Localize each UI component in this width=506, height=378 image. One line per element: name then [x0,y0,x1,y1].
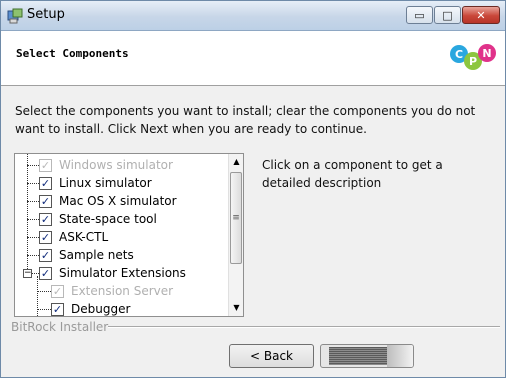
svg-text:C: C [455,48,463,61]
title-bar[interactable]: Setup ▭ □ ✕ [1,1,505,31]
instructions-text: Select the components you want to instal… [15,104,476,136]
tree-scrollbar[interactable]: ▲ ≡ ▼ [228,154,243,316]
component-checkbox[interactable]: ✓ [39,249,52,262]
window-title: Setup [27,7,65,22]
footer-divider [108,326,500,328]
tree-connector [37,309,51,310]
component-label: ASK-CTL [59,230,109,244]
tree-connector [27,165,39,166]
component-checkbox[interactable]: ✓ [39,267,52,280]
component-label: Windows simulator [59,158,173,172]
collapse-icon[interactable]: − [23,269,32,278]
component-label: Sample nets [59,248,134,262]
component-description: Click on a component to get a detailed d… [262,158,443,190]
scroll-up-icon[interactable]: ▲ [229,154,243,170]
component-label: Extension Server [71,284,174,298]
component-item[interactable]: ✓ State-space tool [15,210,229,228]
scroll-thumb[interactable]: ≡ [230,172,242,264]
tree-connector [27,183,39,184]
component-checkbox: ✓ [51,285,64,298]
svg-text:P: P [469,55,477,68]
component-item[interactable]: ✓ Debugger [15,300,229,316]
component-item[interactable]: ✓ Mac OS X simulator [15,192,229,210]
tree-connector [27,219,39,220]
cpn-logo-icon: C P N [450,44,496,70]
component-item[interactable]: ✓ Linux simulator [15,174,229,192]
page-header: Select Components C P N [1,31,505,86]
component-label: Linux simulator [59,176,152,190]
next-button[interactable] [320,344,414,368]
component-checkbox[interactable]: ✓ [39,195,52,208]
component-label: State-space tool [59,212,157,226]
installer-brand-label: BitRock Installer [11,320,113,334]
tree-connector [27,201,39,202]
component-checkbox[interactable]: ✓ [51,303,64,316]
page-title: Select Components [16,47,129,60]
component-checkbox[interactable]: ✓ [39,231,52,244]
setup-app-icon [7,8,23,24]
component-item[interactable]: ✓ Windows simulator [15,156,229,174]
maximize-button[interactable]: □ [434,6,461,24]
close-button[interactable]: ✕ [462,6,500,24]
component-label: Mac OS X simulator [59,194,177,208]
component-label: Simulator Extensions [59,266,186,280]
component-item[interactable]: − ✓ Simulator Extensions [15,264,229,282]
minimize-button[interactable]: ▭ [406,6,433,24]
component-checkbox: ✓ [39,159,52,172]
scroll-grip-icon: ≡ [232,213,240,223]
component-item[interactable]: ✓ Sample nets [15,246,229,264]
component-checkbox[interactable]: ✓ [39,177,52,190]
tree-connector [27,255,39,256]
tree-connector [37,276,38,316]
component-checkbox[interactable]: ✓ [39,213,52,226]
next-button-fade [387,345,413,367]
components-tree[interactable]: ▲ ≡ ▼ ✓ Windows simulator ✓ Linux simulator… [14,153,244,317]
setup-window: Setup ▭ □ ✕ Select Components C P N Sele… [0,0,506,378]
tree-connector [27,237,39,238]
component-label: Debugger [71,302,131,316]
svg-text:N: N [482,47,491,60]
tree-connector [37,291,51,292]
scroll-down-icon[interactable]: ▼ [229,300,243,316]
back-button[interactable]: < Back [229,344,314,368]
component-item[interactable]: ✓ ASK-CTL [15,228,229,246]
component-item[interactable]: ✓ Extension Server [15,282,229,300]
next-button-rendering [329,347,387,365]
